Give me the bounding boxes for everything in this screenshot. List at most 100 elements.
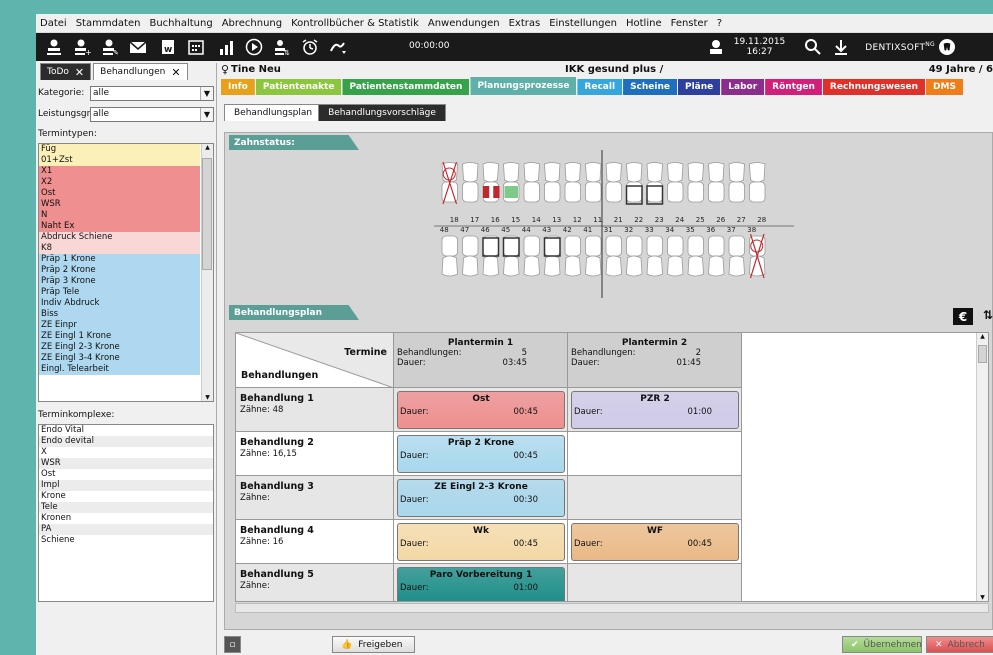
appointment-card[interactable]: Ost Dauer: 00:45 bbox=[397, 391, 565, 429]
close-icon[interactable]: ✕ bbox=[171, 66, 180, 79]
list-item[interactable]: PA bbox=[39, 524, 213, 535]
uebernehmen-button[interactable]: ✔ Übernehmen bbox=[842, 636, 922, 653]
download-icon[interactable] bbox=[831, 37, 851, 57]
behandlung-row-header[interactable]: Behandlung 4 Zähne: 16 bbox=[236, 520, 394, 564]
list-item[interactable]: ZE Einpr bbox=[39, 320, 200, 331]
list-item[interactable]: Präp 1 Krone bbox=[39, 254, 200, 265]
tab-info[interactable]: Info bbox=[221, 79, 255, 95]
sort-icon[interactable]: ⇅ bbox=[983, 308, 993, 322]
list-item[interactable]: K8 bbox=[39, 243, 200, 254]
behandlung-row-header[interactable]: Behandlung 1 Zähne: 48 bbox=[236, 388, 394, 432]
kategorie-select[interactable]: alle ▼ bbox=[90, 85, 214, 101]
list-item[interactable]: Endo devital bbox=[39, 436, 213, 447]
list-item[interactable]: Schiene bbox=[39, 535, 213, 546]
tab-scheine[interactable]: Scheine bbox=[623, 79, 677, 95]
behandlung-row-header[interactable]: Behandlung 3 Zähne: bbox=[236, 476, 394, 520]
close-icon[interactable]: ✕ bbox=[75, 66, 84, 79]
search-icon[interactable] bbox=[803, 37, 823, 57]
dental-chart[interactable]: 18 17 16 15 14 13 12 11 21 22 23 24 25 26 27 28 48 47 46 45… bbox=[434, 150, 794, 298]
list-item[interactable]: Füg bbox=[39, 144, 200, 155]
menu-item[interactable]: Buchhaltung bbox=[149, 18, 212, 29]
menu-item[interactable]: Datei bbox=[40, 18, 67, 29]
appointment-card[interactable]: ZE Eingl 2-3 Krone Dauer: 00:30 bbox=[397, 479, 565, 517]
alarm-icon[interactable] bbox=[300, 37, 320, 57]
play-icon[interactable] bbox=[244, 37, 264, 57]
list-item[interactable]: ZE Eingl 3-4 Krone bbox=[39, 353, 200, 364]
tab-rechnungswesen[interactable]: Rechnungswesen bbox=[822, 79, 926, 95]
tab-recall[interactable]: Recall bbox=[577, 79, 623, 95]
list-item[interactable]: X1 bbox=[39, 166, 200, 177]
behandlung-row-header[interactable]: Behandlung 5 Zähne: bbox=[236, 564, 394, 601]
list-item[interactable]: Präp 3 Krone bbox=[39, 276, 200, 287]
list-item[interactable]: WSR bbox=[39, 458, 213, 469]
list-item[interactable]: Tele bbox=[39, 502, 213, 513]
user-icon[interactable] bbox=[44, 37, 64, 57]
list-item[interactable]: ZE Eingl 1 Krone bbox=[39, 331, 200, 342]
chart-icon[interactable] bbox=[216, 37, 236, 57]
menu-item[interactable]: Fenster bbox=[671, 18, 708, 29]
list-item[interactable]: Abdruck Schiene bbox=[39, 232, 200, 243]
user-add-icon[interactable]: + bbox=[72, 37, 92, 57]
menu-item[interactable]: Einstellungen bbox=[549, 18, 617, 29]
tab-behandlungsvorschlaege[interactable]: Behandlungsvorschläge bbox=[318, 104, 446, 121]
leistung-select[interactable]: alle ▼ bbox=[90, 106, 214, 122]
horizontal-scrollbar[interactable] bbox=[235, 603, 989, 613]
list-item[interactable]: Naht Ex bbox=[39, 221, 200, 232]
scrollbar[interactable]: ▲ ▼ bbox=[976, 333, 988, 601]
list-item[interactable]: WSR bbox=[39, 199, 200, 210]
tab-patientenakte[interactable]: Patientenakte bbox=[255, 79, 342, 95]
list-item[interactable]: Ost bbox=[39, 188, 200, 199]
tab-behandlungsplan[interactable]: Behandlungsplan bbox=[224, 104, 323, 121]
list-item[interactable]: Endo Vital bbox=[39, 425, 213, 436]
list-item[interactable]: Kronen bbox=[39, 513, 213, 524]
grid-cell[interactable] bbox=[568, 564, 742, 601]
list-item[interactable]: Präp Tele bbox=[39, 287, 200, 298]
calendar-icon[interactable] bbox=[186, 37, 206, 57]
appointment-card[interactable]: Präp 2 Krone Dauer: 00:45 bbox=[397, 435, 565, 473]
tab-dms[interactable]: DMS bbox=[926, 79, 963, 95]
menu-item[interactable]: Hotline bbox=[626, 18, 662, 29]
abbrechen-button[interactable]: ✕ Abbrech bbox=[926, 636, 993, 653]
list-item[interactable]: X bbox=[39, 447, 213, 458]
menu-item[interactable]: ? bbox=[717, 18, 722, 29]
grid-cell[interactable] bbox=[568, 432, 742, 476]
grid-cell[interactable] bbox=[568, 476, 742, 520]
menu-item[interactable]: Abrechnung bbox=[222, 18, 282, 29]
tab-todo[interactable]: ToDo ✕ bbox=[40, 63, 92, 80]
freigeben-button[interactable]: 👍 Freigeben bbox=[332, 636, 415, 653]
tab-behandlungen[interactable]: Behandlungen ✕ bbox=[93, 63, 188, 80]
word-icon[interactable]: w bbox=[158, 37, 178, 57]
tab-röntgen[interactable]: Röntgen bbox=[765, 79, 822, 95]
appointment-card[interactable]: WF Dauer: 00:45 bbox=[571, 523, 739, 561]
list-item[interactable]: Indiv Abdruck bbox=[39, 298, 200, 309]
list-item[interactable]: Präp 2 Krone bbox=[39, 265, 200, 276]
plantermin-header[interactable]: Plantermin 2 Behandlungen: 2 Dauer: 01:45 bbox=[568, 333, 742, 388]
tab-planungsprozesse[interactable]: Planungsprozesse bbox=[470, 77, 577, 95]
menu-item[interactable]: Extras bbox=[509, 18, 541, 29]
list-item[interactable]: Krone bbox=[39, 491, 213, 502]
appointment-card[interactable]: Wk Dauer: 00:45 bbox=[397, 523, 565, 561]
list-item[interactable]: N bbox=[39, 210, 200, 221]
scrollbar[interactable]: ▲ ▼ bbox=[201, 144, 213, 401]
signature-icon[interactable] bbox=[328, 37, 348, 57]
list-item[interactable]: Ost bbox=[39, 469, 213, 480]
list-item[interactable]: ZE Eingl 2-3 Krone bbox=[39, 342, 200, 353]
behandlung-row-header[interactable]: Behandlung 2 Zähne: 16,15 bbox=[236, 432, 394, 476]
list-item[interactable]: Eingl. Telearbeit bbox=[39, 364, 200, 375]
list-item[interactable]: Impl bbox=[39, 480, 213, 491]
doctor-icon[interactable] bbox=[706, 37, 726, 57]
list-item[interactable]: Biss bbox=[39, 309, 200, 320]
menu-item[interactable]: Kontrollbücher & Statistik bbox=[291, 18, 419, 29]
appointment-card[interactable]: Paro Vorbereitung 1 Dauer: 01:00 bbox=[397, 567, 565, 601]
mail-icon[interactable] bbox=[128, 37, 148, 57]
user-time-icon[interactable]: ⇅ bbox=[272, 37, 292, 57]
user-edit-icon[interactable]: ✎ bbox=[100, 37, 120, 57]
menu-item[interactable]: Stammdaten bbox=[76, 18, 141, 29]
plantermin-header[interactable]: Plantermin 1 Behandlungen: 5 Dauer: 03:45 bbox=[394, 333, 568, 388]
grid-toggle-button[interactable]: ▫ bbox=[224, 636, 241, 653]
menu-item[interactable]: Anwendungen bbox=[428, 18, 500, 29]
tab-pläne[interactable]: Pläne bbox=[678, 79, 721, 95]
list-item[interactable]: X2 bbox=[39, 177, 200, 188]
appointment-card[interactable]: PZR 2 Dauer: 01:00 bbox=[571, 391, 739, 429]
list-item[interactable]: 01+Zst bbox=[39, 155, 200, 166]
